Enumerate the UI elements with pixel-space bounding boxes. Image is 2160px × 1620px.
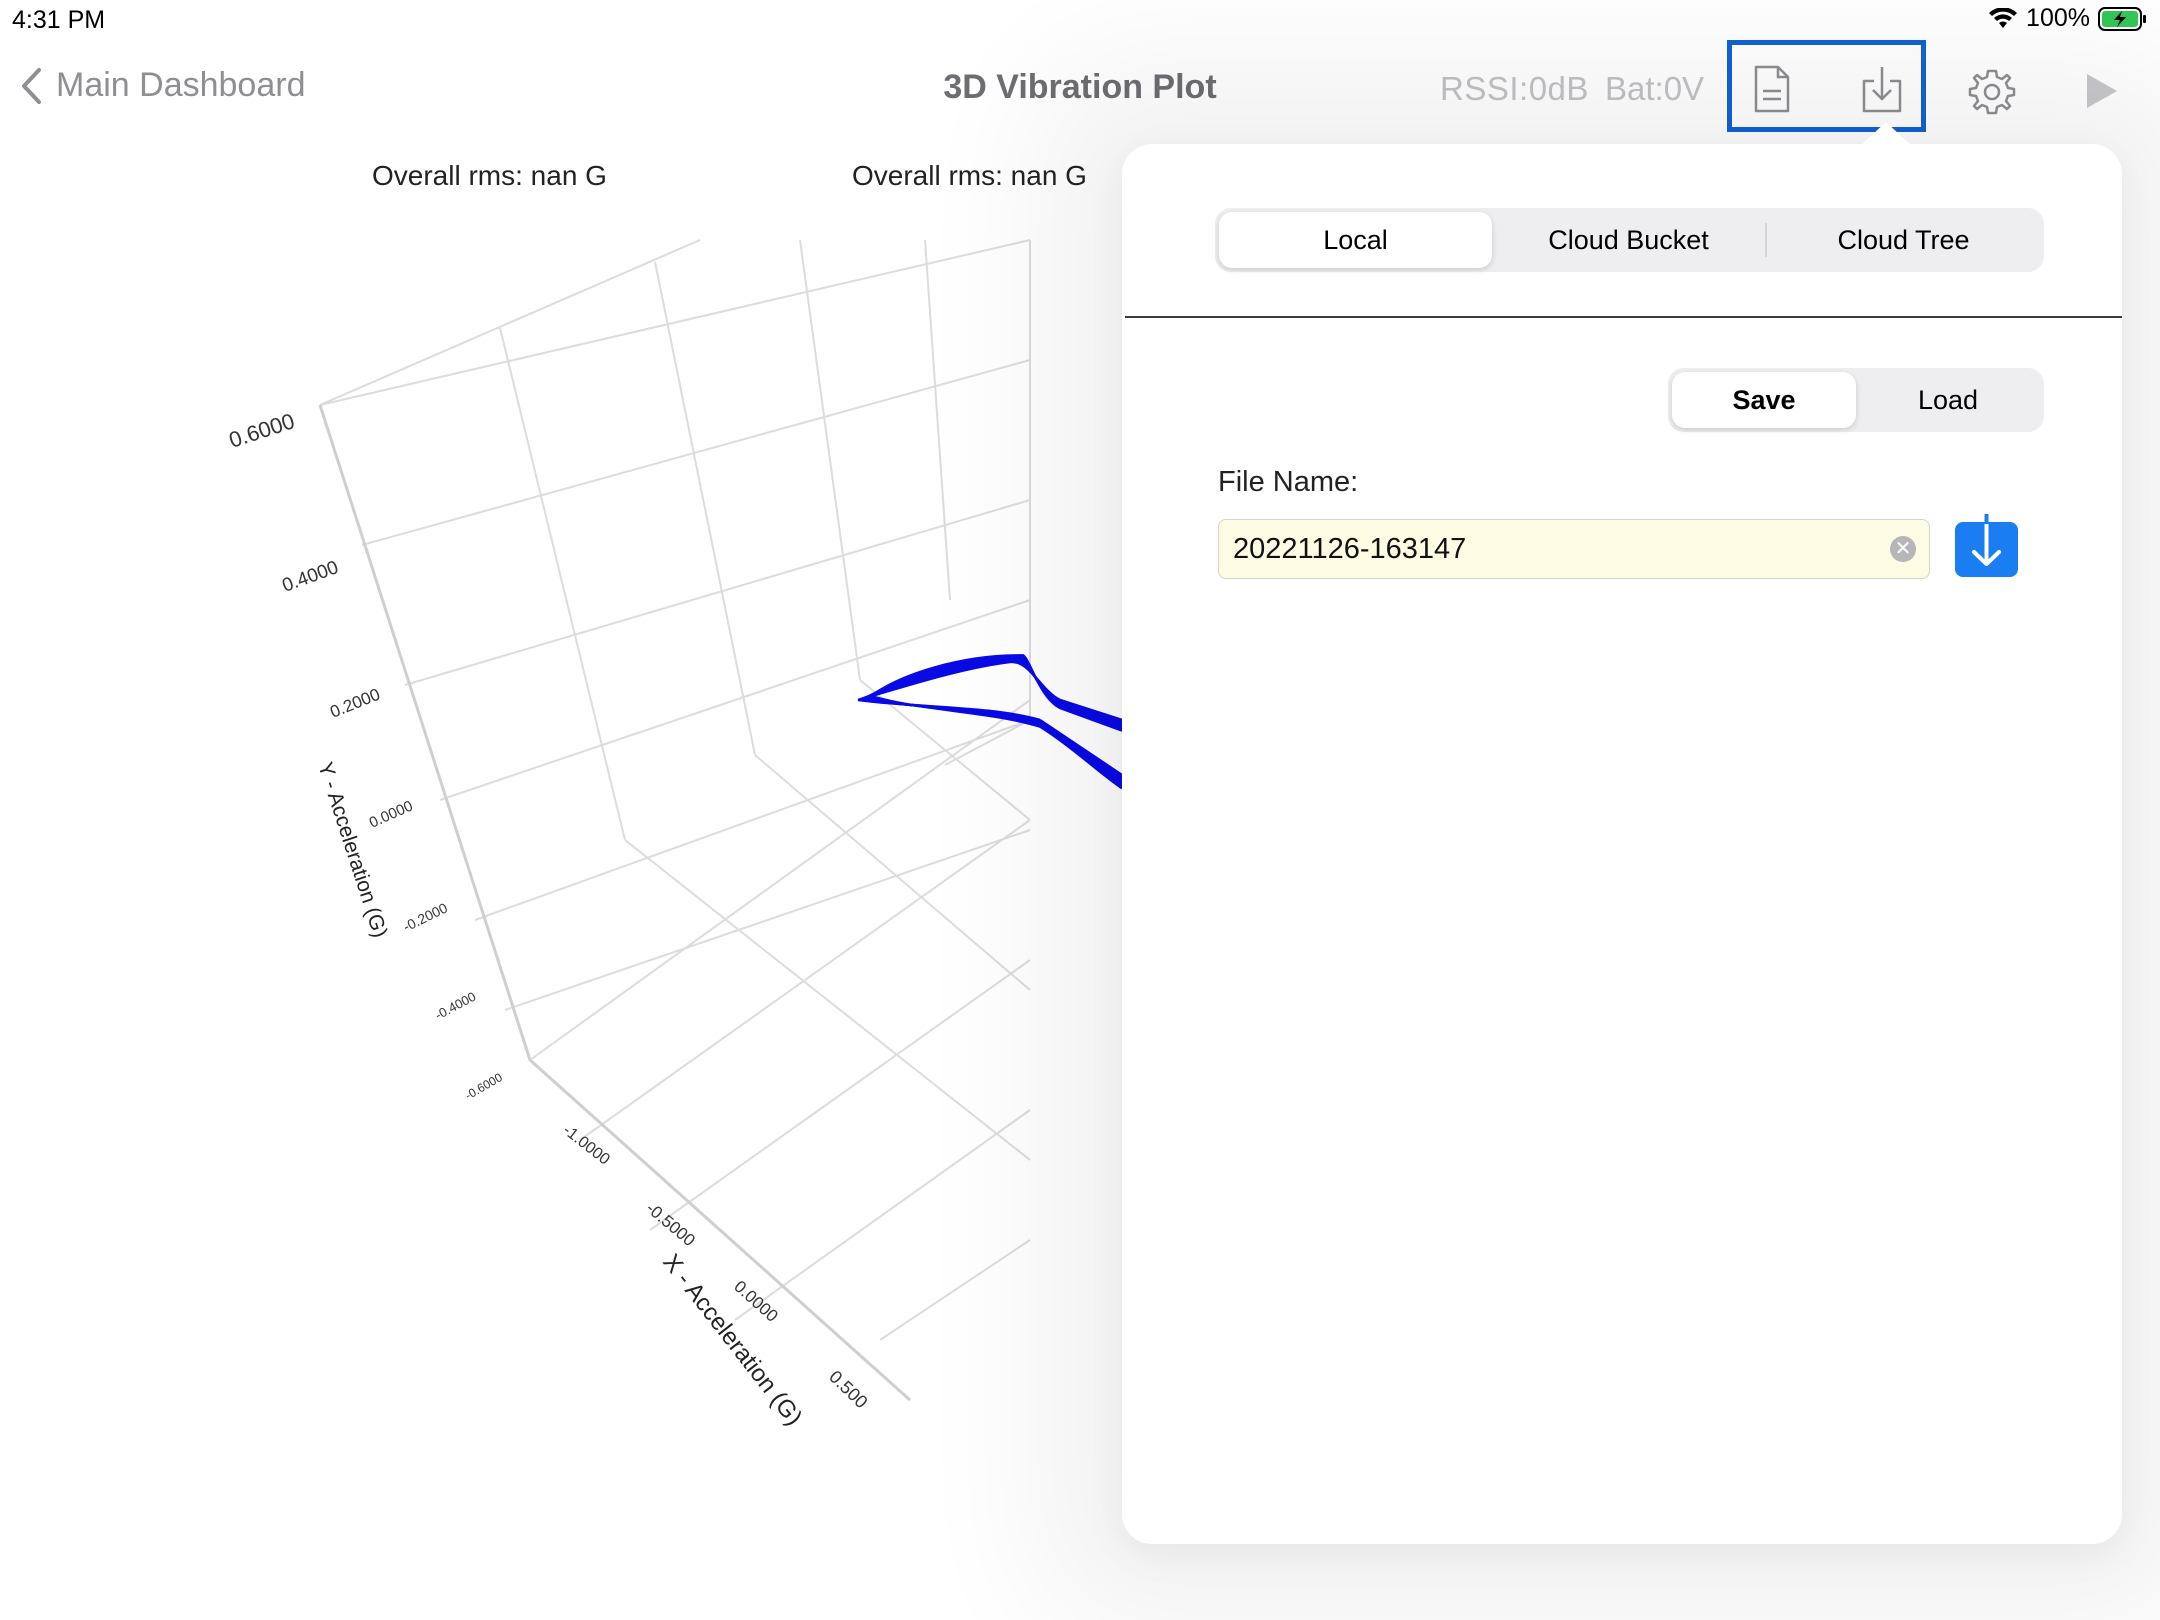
y-axis-ticks: 0.6000 0.4000 0.2000 0.0000 -0.2000 -0.4… — [226, 408, 505, 1102]
settings-button[interactable] — [1968, 68, 2016, 121]
file-name-label: File Name: — [1218, 466, 1359, 498]
source-segmented-control: Local Cloud Bucket Cloud Tree — [1215, 208, 2044, 272]
highlight-box — [1727, 40, 1926, 132]
vibration-plot[interactable]: 0.6000 0.4000 0.2000 0.0000 -0.2000 -0.4… — [0, 0, 1140, 1620]
gear-icon — [1968, 69, 2016, 115]
battery-percent: 100% — [2026, 4, 2090, 32]
tab-save[interactable]: Save — [1672, 372, 1856, 428]
tab-cloud-tree[interactable]: Cloud Tree — [1767, 212, 2040, 268]
trace-loop — [859, 659, 1123, 779]
trace-loop — [870, 654, 1123, 790]
arrow-down-icon — [1972, 514, 2001, 566]
x-axis-ticks: -1.0000 -0.5000 0.0000 0.500 — [560, 1122, 872, 1412]
tab-local[interactable]: Local — [1219, 212, 1492, 268]
export-popover — [1122, 144, 2122, 1544]
play-icon — [2087, 74, 2117, 108]
wifi-icon — [1989, 7, 2018, 28]
mode-segmented-control: Save Load — [1668, 368, 2044, 432]
y-tick: 0.2000 — [327, 685, 382, 722]
battery-readout: Bat:0V — [1605, 70, 1705, 107]
x-tick: 0.500 — [825, 1366, 871, 1412]
y-tick: 0.6000 — [226, 408, 298, 453]
y-tick: -0.2000 — [400, 899, 450, 934]
tab-cloud-bucket[interactable]: Cloud Bucket — [1492, 212, 1765, 268]
save-file-button[interactable] — [1955, 514, 2018, 577]
battery-charging-icon — [2098, 6, 2146, 31]
x-axis-label: X - Acceleration (G) — [657, 1249, 807, 1431]
file-name-input[interactable] — [1218, 519, 1930, 579]
popover-divider — [1125, 316, 2122, 318]
play-button[interactable] — [2085, 72, 2119, 115]
x-tick: -0.5000 — [642, 1199, 698, 1251]
rssi-readout: RSSI:0dB — [1440, 70, 1589, 107]
trace-loop — [861, 658, 1123, 781]
clear-icon[interactable]: ✕ — [1890, 536, 1916, 562]
y-tick: -0.6000 — [463, 1070, 506, 1103]
y-axis-label: Y - Acceleration (G) — [313, 759, 391, 940]
popover-arrow — [1860, 122, 1912, 146]
y-tick: -0.4000 — [432, 989, 478, 1023]
y-tick: 0.0000 — [367, 797, 416, 831]
status-indicators: 100% — [1988, 4, 2148, 33]
y-tick: 0.4000 — [280, 557, 342, 597]
tab-load[interactable]: Load — [1856, 372, 2040, 428]
